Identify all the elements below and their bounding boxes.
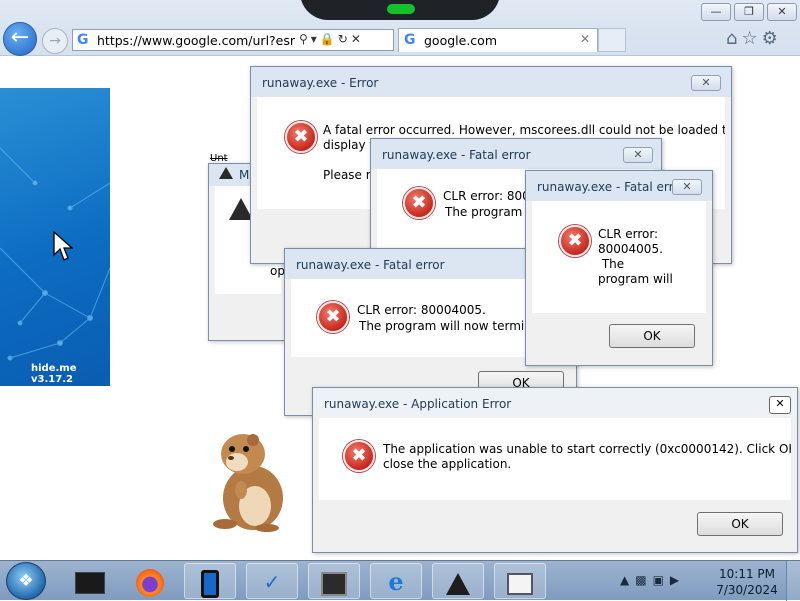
error-icon: ✖ [559,225,591,257]
close-button[interactable]: ✕ [623,147,653,163]
error-message-line: program will [598,272,673,286]
show-desktop-button[interactable] [786,561,800,601]
browser-tools[interactable]: ⌂☆⚙ [726,28,782,49]
error-icon: ✖ [285,121,317,153]
taskbar-app-phone[interactable] [184,563,236,599]
minimize-button[interactable]: — [701,3,731,21]
clock-date: 7/30/2024 [716,583,778,597]
gear-icon[interactable]: ⚙ [762,28,782,49]
network-icon[interactable]: ▩ [635,573,652,587]
dialog-title: runaway.exe - Application Error [324,397,512,411]
refresh-icon[interactable]: ↻ [338,32,351,46]
close-button[interactable]: ✕ [769,396,791,414]
window-close-button[interactable]: ✕ [767,3,797,21]
back-button[interactable]: ← [3,22,37,56]
start-button[interactable]: ❖ [6,562,46,600]
google-icon: G [77,32,89,48]
tray-expand-icon[interactable]: ▲ [620,573,635,587]
tab-close-icon[interactable]: ✕ [580,32,590,46]
application-error-dialog: runaway.exe - Application Error ✕ ✖ The … [312,387,798,553]
restore-button[interactable]: ❐ [734,3,764,21]
hamster-pet-icon [213,434,283,532]
partial-text: op [270,264,285,278]
stop-icon[interactable]: ✕ [351,32,364,46]
taskbar-app-terminal[interactable] [64,563,116,599]
forward-button[interactable]: → [42,28,68,54]
warning-icon [219,167,233,179]
volume-icon[interactable]: ▶ [670,573,685,587]
window-icon [507,572,533,595]
taskbar-app-firefox[interactable] [124,563,176,599]
url-text[interactable]: https://www.google.com/url?esrc=s [97,33,295,48]
error-message-line: CLR error: [598,227,659,241]
terminal-icon [75,571,105,594]
ok-button[interactable]: OK [609,324,695,348]
taskbar-app-internet-explorer[interactable]: e [370,563,422,599]
dialog-title: runaway.exe - Fatal error [382,148,531,162]
phone-icon [201,569,219,598]
favorites-star-icon[interactable]: ☆ [741,28,761,49]
arrow-right-icon: → [49,33,61,49]
lock-icon[interactable]: 🔒 [320,32,338,46]
partial-text: Unt [210,153,228,164]
error-message-line: 80004005. [598,242,663,256]
taskbar-app-installer[interactable] [308,563,360,599]
taskbar-app-warning[interactable] [432,563,484,599]
monitor-icon[interactable]: ▣ [653,573,670,587]
error-icon: ✖ [343,440,375,472]
taskbar: ❖ ✓ e ▲▩▣▶ 10:11 PM 7/30/2024 [0,560,800,601]
close-button[interactable]: ✕ [672,179,702,195]
close-button[interactable]: ✕ [691,75,721,91]
error-message-line: The [598,257,625,271]
system-tray[interactable]: ▲▩▣▶ [620,573,685,587]
home-icon[interactable]: ⌂ [726,28,741,49]
google-icon: G [404,32,416,48]
error-message-line: The program w [445,205,536,219]
notch-indicator [387,4,415,14]
tab-title: google.com [424,33,497,48]
hideme-version: hide.me v3.17.2 [31,363,77,385]
dialog-title: runaway.exe - Fatal error [537,180,686,194]
ok-button[interactable]: OK [697,512,783,536]
new-tab-button[interactable] [598,28,626,52]
error-message-line: The application was unable to start corr… [383,442,791,456]
dialog-title: runaway.exe - Fatal error [296,258,445,272]
windows-logo-icon: ❖ [18,571,34,591]
error-icon: ✖ [317,301,349,333]
search-icon[interactable]: ⚲ [299,32,311,46]
address-bar-actions[interactable]: ⚲▾🔒↻✕ [299,32,364,46]
mouse-cursor-icon [53,231,73,261]
installer-icon [321,571,347,596]
error-message-line: CLR error: 80004005. [357,303,486,317]
tab-google[interactable]: G google.com ✕ [398,28,598,52]
fatal-error-dialog: runaway.exe - Fatal error ✕ ✖ CLR error:… [525,170,713,366]
browser-toolbar: — ❐ ✕ ← → G https://www.google.com/url?e… [0,0,800,56]
internet-explorer-icon: e [388,567,404,596]
error-icon: ✖ [403,187,435,219]
address-bar[interactable]: G https://www.google.com/url?esrc=s ⚲▾🔒↻… [72,29,394,51]
clock[interactable]: 10:11 PM 7/30/2024 [712,566,782,598]
arrow-left-icon: ← [10,25,30,50]
dialog-title: M [239,168,250,182]
dropdown-icon[interactable]: ▾ [311,32,320,46]
vpn-icon: ✓ [263,570,281,594]
error-message-line: A fatal error occurred. However, mscoree… [323,123,725,137]
taskbar-app-dialog[interactable] [494,563,546,599]
error-message-line: The program will now terminat [359,319,544,333]
taskbar-app-vpn[interactable]: ✓ [246,563,298,599]
error-message-line: close the application. [383,457,512,471]
firefox-icon [136,568,164,597]
dialog-title: runaway.exe - Error [262,76,379,90]
clock-time: 10:11 PM [719,567,775,581]
warning-icon [446,572,470,595]
